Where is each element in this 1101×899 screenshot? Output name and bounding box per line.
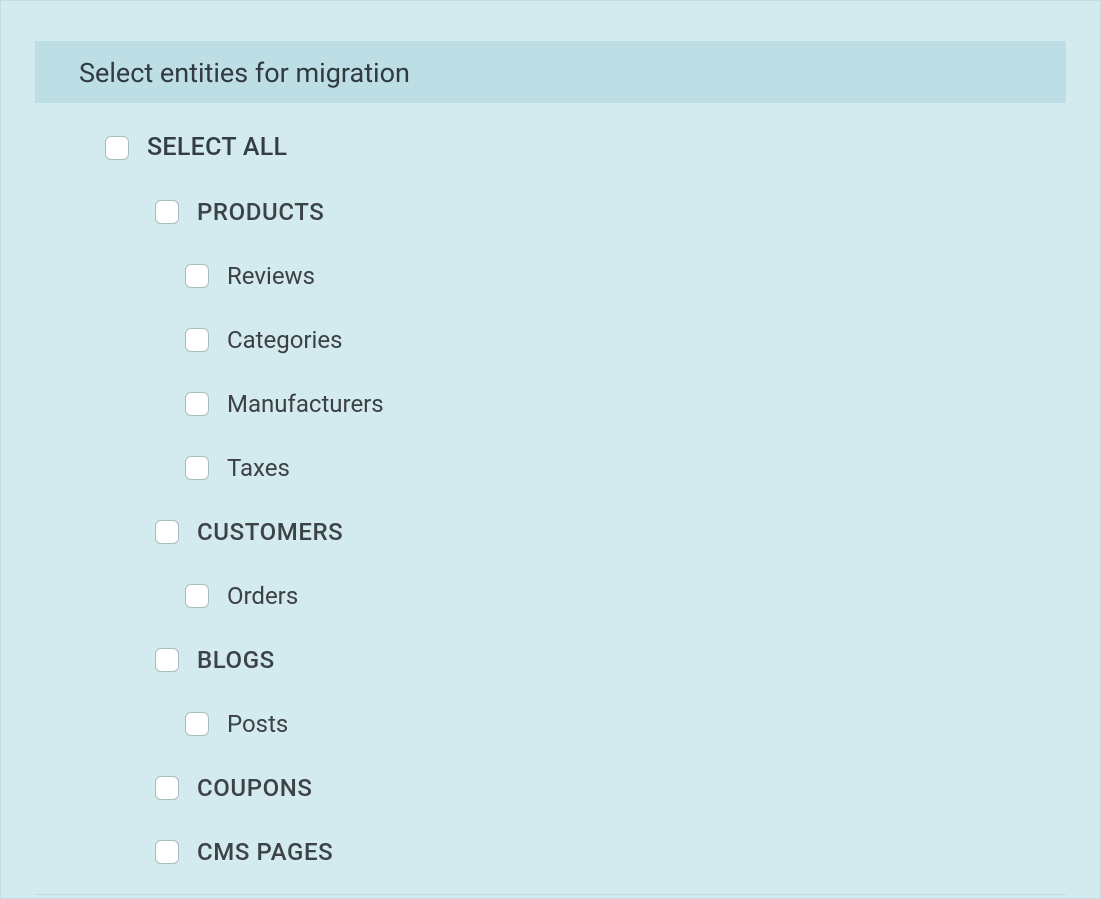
group-customers-label: CUSTOMERS (197, 518, 343, 546)
group-cmspages-row: CMS PAGES (105, 838, 1066, 866)
leaf-categories-row: Categories (105, 326, 1066, 354)
leaf-posts-label: Posts (227, 710, 288, 738)
leaf-orders-label: Orders (227, 582, 298, 610)
panel-title: Select entities for migration (79, 57, 1022, 89)
select-all-label: SELECT ALL (147, 133, 287, 162)
group-products-row: PRODUCTS (105, 198, 1066, 226)
leaf-reviews-label: Reviews (227, 262, 315, 290)
group-customers-row: CUSTOMERS (105, 518, 1066, 546)
group-products-checkbox[interactable] (155, 200, 179, 224)
group-blogs-label: BLOGS (197, 646, 275, 674)
leaf-posts-checkbox[interactable] (185, 712, 209, 736)
leaf-categories-label: Categories (227, 326, 343, 354)
group-coupons-checkbox[interactable] (155, 776, 179, 800)
leaf-reviews-row: Reviews (105, 262, 1066, 290)
migration-entities-panel: Select entities for migration SELECT ALL… (0, 0, 1101, 899)
group-customers-checkbox[interactable] (155, 520, 179, 544)
panel-header: Select entities for migration (35, 41, 1066, 103)
leaf-manufacturers-checkbox[interactable] (185, 392, 209, 416)
leaf-taxes-checkbox[interactable] (185, 456, 209, 480)
group-blogs-checkbox[interactable] (155, 648, 179, 672)
entity-tree: SELECT ALL PRODUCTS Reviews Categories M… (35, 133, 1066, 866)
group-cmspages-checkbox[interactable] (155, 840, 179, 864)
group-products-label: PRODUCTS (197, 198, 324, 226)
leaf-reviews-checkbox[interactable] (185, 264, 209, 288)
select-all-checkbox[interactable] (105, 136, 129, 160)
group-cmspages-label: CMS PAGES (197, 838, 333, 866)
leaf-manufacturers-row: Manufacturers (105, 390, 1066, 418)
group-coupons-row: COUPONS (105, 774, 1066, 802)
panel-divider (35, 894, 1066, 895)
select-all-row: SELECT ALL (105, 133, 1066, 162)
leaf-orders-row: Orders (105, 582, 1066, 610)
leaf-taxes-label: Taxes (227, 454, 290, 482)
leaf-taxes-row: Taxes (105, 454, 1066, 482)
group-blogs-row: BLOGS (105, 646, 1066, 674)
leaf-orders-checkbox[interactable] (185, 584, 209, 608)
leaf-categories-checkbox[interactable] (185, 328, 209, 352)
leaf-posts-row: Posts (105, 710, 1066, 738)
leaf-manufacturers-label: Manufacturers (227, 390, 384, 418)
group-coupons-label: COUPONS (197, 774, 313, 802)
